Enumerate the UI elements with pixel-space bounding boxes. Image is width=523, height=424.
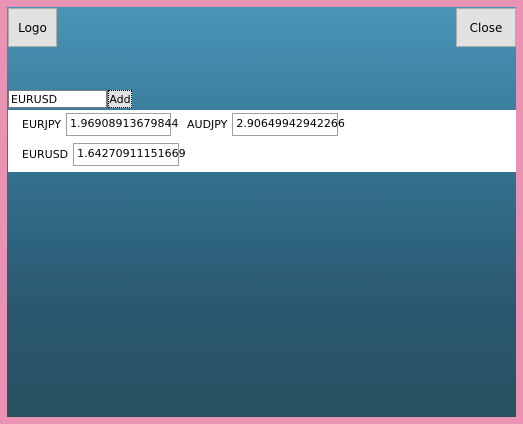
quote-value-field[interactable]: 2.90649942942266 bbox=[232, 113, 345, 136]
add-button[interactable]: Add bbox=[108, 90, 132, 108]
logo-button-label: Logo bbox=[18, 20, 47, 35]
quote-symbol-label: EURJPY bbox=[22, 118, 61, 131]
app-window: Logo Close Add EURJPY 1.96908913679844 A… bbox=[0, 0, 523, 424]
quote-item: EURJPY 1.96908913679844 bbox=[22, 113, 178, 136]
logo-button[interactable]: Logo bbox=[8, 8, 57, 47]
quote-symbol-label: EURUSD bbox=[22, 148, 69, 161]
quote-item: EURUSD 1.64270911151669 bbox=[22, 143, 186, 166]
quote-value-field[interactable]: 1.64270911151669 bbox=[73, 143, 186, 166]
symbol-input[interactable] bbox=[8, 90, 107, 108]
add-button-label: Add bbox=[109, 92, 131, 106]
quote-symbol-label: AUDJPY bbox=[187, 118, 228, 131]
close-button[interactable]: Close bbox=[456, 8, 516, 47]
quote-value-field[interactable]: 1.96908913679844 bbox=[66, 113, 178, 136]
add-symbol-form: Add bbox=[8, 90, 132, 108]
quotes-panel: EURJPY 1.96908913679844 AUDJPY 2.9064994… bbox=[8, 110, 516, 172]
quote-item: AUDJPY 2.90649942942266 bbox=[187, 113, 345, 136]
close-button-label: Close bbox=[469, 20, 503, 35]
